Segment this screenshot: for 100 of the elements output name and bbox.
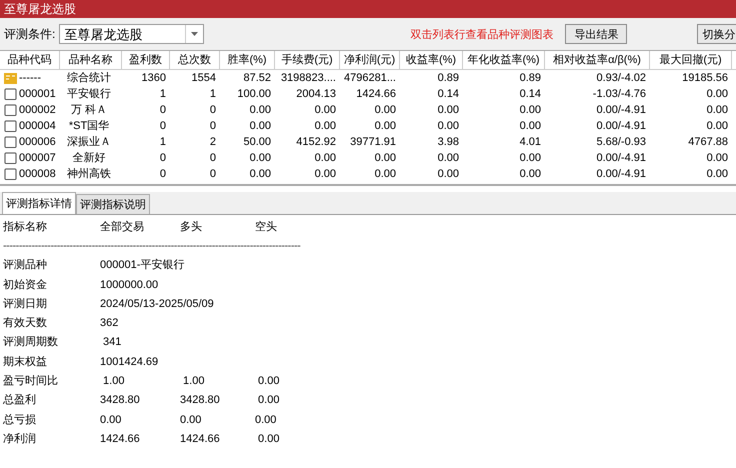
value-text: 1000000.00 [100,278,160,293]
table-cell-text: 平安银行 [66,86,112,102]
value-text: 1424.66 [100,432,141,447]
table-cell-text: 0.00 [314,151,337,166]
value-text: 1424.66 [180,432,221,447]
value-text: 0.00 [257,432,280,447]
table-cell-text: 1360 [140,71,167,86]
column-header[interactable]: 盈利数 [122,51,170,69]
metric-label: 净利润 [3,432,37,447]
table-cell-text: 100.00 [236,87,272,102]
document-icon [4,136,17,148]
table-cell-text: 0.00/-4.91 [595,103,647,118]
table-cell-text: 000006 [19,135,56,150]
table-cell-text: 19185.56 [681,71,729,86]
metric-label: 总亏损 [3,412,37,428]
table-cell-text: 0.00 [518,103,542,118]
export-button[interactable]: 导出结果 [565,24,628,44]
table-cell-text: 0.00 [706,103,729,118]
value-text: 3428.80 [180,393,221,408]
table-cell-text: ------ [19,71,41,86]
value-text: 0.00 [255,412,276,428]
table-cell-text: 0.00 [248,151,272,166]
table-cell-text: 0.00 [518,167,542,182]
table-cell-text: 5.68/-0.93 [595,135,647,150]
table-cell-text: *ST国华 [68,119,110,134]
table-cell-text: 0.00 [248,103,272,118]
table-cell-text: 0.00 [436,119,460,134]
column-header[interactable]: 手续费(元) [275,51,340,69]
metric-label: 评测品种 [3,258,48,274]
table-cell-text: 0.00 [706,87,729,102]
table-cell-text: 0 [158,151,167,166]
table-cell-text: 0.00 [314,119,337,134]
table-cell-text: 0.00 [314,103,337,118]
value-text: 2024/05/13-2025/05/09 [100,296,214,312]
value-text: 0.00 [100,412,122,428]
table-cell-text: 0 [208,167,217,182]
table-cell-text: 万 科Ａ [70,103,108,118]
column-header[interactable]: 总次数 [170,51,220,69]
table-cell-text: 0 [208,119,217,134]
table-cell-text: 0.89 [436,71,460,86]
table-cell-text: 000001 [19,87,56,102]
document-icon [4,88,17,100]
column-header[interactable]: 年化收益率(%) [463,51,545,69]
document-icon [4,152,17,164]
table-cell-text: 0 [158,103,167,118]
table-cell-text: 深振业Ａ [66,135,112,150]
table-cell-text: 2004.13 [295,87,337,102]
table-cell-text: 3.98 [436,135,460,150]
table-cell-text: 1 [158,135,167,150]
value-text: 341 [102,335,122,350]
column-header[interactable]: 最大回撤(元) [650,51,732,69]
value-text: 1.00 [182,374,206,390]
column-label: 指标名称 [3,220,48,235]
folder-icon [4,72,17,84]
table-cell-text: 0.00 [518,151,542,166]
table-cell-text: 3198823.... [280,71,337,86]
metric-label: 评测周期数 [3,335,59,350]
condition-dropdown[interactable]: 至尊屠龙选股 [59,24,204,44]
table-cell-text: 1 [208,87,217,102]
table-cell-text: 0.00 [248,167,272,182]
table-cell-text: 0.14 [518,87,542,102]
table-cell-text: 0 [208,151,217,166]
table-cell-text: 4796281... [343,71,397,86]
value-text: 0.00 [180,412,202,428]
column-header[interactable]: 品种名称 [60,51,122,69]
table-cell-text: 0.00 [436,151,460,166]
column-label: 多头 [180,220,203,235]
value-text: 0.00 [257,393,280,408]
column-header[interactable]: 品种代码 [0,51,60,69]
table-cell-text: 0.00/-4.91 [595,119,647,134]
table-cell-text: 0.00 [706,151,729,166]
dropdown-arrow-icon [191,32,198,36]
table-cell-text: 全新好 [72,150,106,166]
condition-label: 评测条件: [4,26,56,42]
column-header[interactable]: 收益率(%) [400,51,463,69]
table-cell-text: 0.00 [436,103,460,118]
document-icon [4,104,17,116]
switch-button[interactable]: 切换分 [697,24,736,44]
separator-line: ---------------------------------------------------------------------------------------------- [3,239,302,254]
column-label: 空头 [255,220,277,235]
column-header[interactable]: 净利润(元) [340,51,400,69]
hint-text: 双击列表行查看品种评测图表 [410,28,554,42]
table-cell-text: 4767.88 [687,135,729,150]
tab[interactable]: 评测指标详情 [2,192,76,214]
table-cell-text: 1424.66 [355,87,397,102]
document-icon [4,120,17,132]
value-text: 000001-平安银行 [100,258,184,274]
table-cell-text: 4152.92 [295,135,337,150]
table-cell-text: 0.89 [518,71,542,86]
table-cell-text: 0.00 [248,119,272,134]
tab[interactable]: 评测指标说明 [76,194,150,214]
column-header[interactable]: 相对收益率α/β(%) [545,51,650,69]
column-header[interactable]: 胜率(%) [220,51,275,69]
table-cell-text: 0.00 [706,119,729,134]
table-cell-text: 0 [158,119,167,134]
document-icon [4,168,17,180]
table-cell-text: 0 [158,167,167,182]
metric-label: 期末权益 [3,354,48,370]
table-cell-text: 0.00 [706,167,729,182]
table-cell-text: 50.00 [242,135,272,150]
